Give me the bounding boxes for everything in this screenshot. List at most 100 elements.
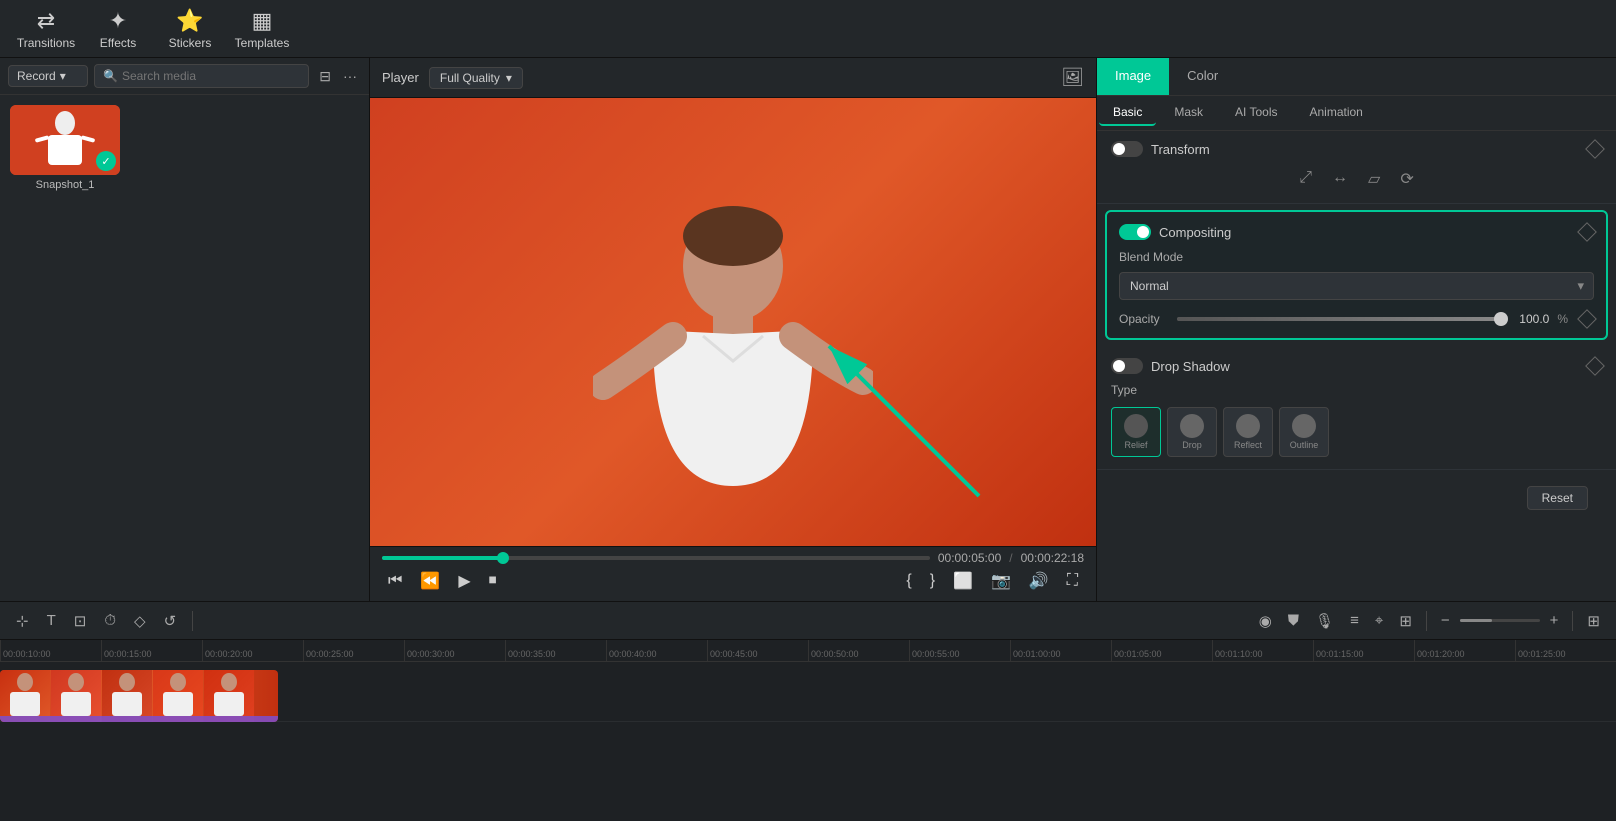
position-icon: ⤢ xyxy=(1299,169,1312,189)
zoom-slider[interactable] xyxy=(1460,619,1540,622)
tab-image[interactable]: Image xyxy=(1097,58,1169,95)
shape-tool-button[interactable]: ◇ xyxy=(128,609,152,633)
drop-shadow-keyframe[interactable] xyxy=(1585,356,1605,376)
progress-bar[interactable] xyxy=(382,556,930,560)
step-back-button[interactable]: ⏮ xyxy=(382,570,408,592)
zoom-slider-container xyxy=(1460,619,1540,622)
drop-shadow-header[interactable]: Drop Shadow xyxy=(1111,358,1602,374)
play-button[interactable]: ▶ xyxy=(452,569,476,593)
mark-out-button[interactable]: } xyxy=(924,570,941,592)
search-bar[interactable]: 🔍 xyxy=(94,64,309,88)
frame-back-button[interactable]: ⏪ xyxy=(414,569,446,593)
ruler-mark-15: 00:01:25:00 xyxy=(1515,640,1616,661)
record-chevron-icon: ▾ xyxy=(60,69,66,83)
record-dropdown[interactable]: Record ▾ xyxy=(8,65,88,87)
clip-frame-4 xyxy=(153,670,203,722)
templates-button[interactable]: ▦ Templates xyxy=(226,3,298,55)
snapshot-tool-button[interactable]: ⊞ xyxy=(1393,609,1418,633)
drop-shadow-toggle[interactable] xyxy=(1111,358,1143,374)
current-time: 00:00:05:00 xyxy=(938,551,1001,565)
timer-tool-button[interactable]: ⏱ xyxy=(98,609,122,632)
templates-label: Templates xyxy=(235,36,290,50)
opacity-slider[interactable] xyxy=(1177,317,1501,321)
transform-toggle[interactable] xyxy=(1111,141,1143,157)
filter-button[interactable]: ⊟ xyxy=(315,66,335,87)
quality-dropdown[interactable]: Full Quality ▾ xyxy=(429,67,523,89)
detect-tool-button[interactable]: ⌖ xyxy=(1369,609,1389,632)
tab-color[interactable]: Color xyxy=(1169,58,1236,95)
right-sub-tabs: Basic Mask AI Tools Animation xyxy=(1097,96,1616,131)
transform-keyframe[interactable] xyxy=(1585,139,1605,159)
shadow-type-relief[interactable]: Relief xyxy=(1111,407,1161,457)
opacity-handle[interactable] xyxy=(1494,312,1508,326)
clip-frame-5 xyxy=(204,670,254,722)
effects-button[interactable]: ✦ Effects xyxy=(82,3,154,55)
panel-actions: ⊟ ··· xyxy=(315,66,361,87)
more-button[interactable]: ··· xyxy=(339,66,361,87)
stickers-button[interactable]: ⭐ Stickers xyxy=(154,3,226,55)
shadow-outline-label: Outline xyxy=(1290,440,1319,450)
ruler-mark-0: 00:00:10:00 xyxy=(0,640,101,661)
video-container xyxy=(370,98,1096,546)
sub-tab-animation[interactable]: Animation xyxy=(1295,100,1376,126)
compositing-title: Compositing xyxy=(1159,225,1572,240)
ruler-mark-5: 00:00:35:00 xyxy=(505,640,606,661)
clip-frame-1 xyxy=(0,670,50,722)
image-export-button[interactable]: 🖼 xyxy=(1061,67,1084,88)
subtitle-button[interactable]: ⬜ xyxy=(947,569,979,593)
opacity-row: Opacity 100.0 % xyxy=(1119,312,1594,326)
media-check-icon: ✓ xyxy=(96,151,116,171)
ruler-mark-8: 00:00:50:00 xyxy=(808,640,909,661)
ruler-mark-2: 00:00:20:00 xyxy=(202,640,303,661)
shadow-type-drop[interactable]: Drop xyxy=(1167,407,1217,457)
media-item-label: Snapshot_1 xyxy=(10,179,120,191)
compositing-toggle[interactable] xyxy=(1119,224,1151,240)
ruler-mark-13: 00:01:15:00 xyxy=(1313,640,1414,661)
opacity-label: Opacity xyxy=(1119,312,1169,326)
drop-shadow-section: Drop Shadow Type Relief Drop Reflect xyxy=(1097,346,1616,470)
transitions-button[interactable]: ⇄ Transitions xyxy=(10,3,82,55)
transform-header[interactable]: Transform xyxy=(1111,141,1602,157)
crop-tool-button[interactable]: ⊡ xyxy=(68,609,93,633)
stickers-label: Stickers xyxy=(169,36,212,50)
shadow-type-reflect[interactable]: Reflect xyxy=(1223,407,1273,457)
sub-tab-mask[interactable]: Mask xyxy=(1160,100,1217,126)
compositing-header[interactable]: Compositing xyxy=(1119,224,1594,240)
video-clip[interactable] xyxy=(0,670,278,722)
sub-tab-basic[interactable]: Basic xyxy=(1099,100,1156,126)
shadow-relief-icon xyxy=(1124,414,1148,438)
blend-mode-select[interactable]: Normal Multiply Screen Overlay xyxy=(1119,272,1594,300)
mark-in-button[interactable]: { xyxy=(900,570,917,592)
motion-tool-button[interactable]: ◉ xyxy=(1253,609,1278,633)
timeline-divider3 xyxy=(1572,611,1573,631)
progress-handle[interactable] xyxy=(497,552,509,564)
search-input[interactable] xyxy=(122,69,300,83)
fullscreen-button[interactable]: ⛶ xyxy=(1061,570,1084,592)
zoom-in-button[interactable]: + xyxy=(1544,609,1565,632)
quality-chevron-icon: ▾ xyxy=(506,71,512,85)
sub-tab-ai-tools[interactable]: AI Tools xyxy=(1221,100,1291,126)
ruler-mark-12: 00:01:10:00 xyxy=(1212,640,1313,661)
audio-button[interactable]: 🔊 xyxy=(1023,569,1055,593)
select-tool-button[interactable]: ⊹ xyxy=(10,609,35,633)
opacity-unit: % xyxy=(1557,312,1568,326)
shield-tool-button[interactable]: ⛊ xyxy=(1282,609,1305,632)
total-time: 00:00:22:18 xyxy=(1021,551,1084,565)
media-item[interactable]: ✓ Snapshot_1 xyxy=(10,105,120,191)
reset-button[interactable]: Reset xyxy=(1527,486,1588,510)
transform-section: Transform ⤢ ↔ ▱ ⟳ xyxy=(1097,131,1616,204)
snapshot-button[interactable]: 📷 xyxy=(985,569,1017,593)
text-tool-button[interactable]: T xyxy=(41,609,62,632)
ruler-mark-14: 00:01:20:00 xyxy=(1414,640,1515,661)
rotate-tool-button[interactable]: ↺ xyxy=(158,609,183,633)
stop-button[interactable]: ⏹ xyxy=(483,570,503,592)
layout-button[interactable]: ⊞ xyxy=(1581,609,1606,633)
subtitle-tool-button[interactable]: ≡ xyxy=(1344,609,1365,632)
mic-tool-button[interactable]: 🎙 xyxy=(1309,609,1340,633)
timeline-right-tools: ◉ ⛊ 🎙 ≡ ⌖ ⊞ − + ⊞ xyxy=(1253,609,1606,633)
opacity-keyframe[interactable] xyxy=(1577,309,1597,329)
shadow-type-outline[interactable]: Outline xyxy=(1279,407,1329,457)
progress-fill xyxy=(382,556,503,560)
compositing-keyframe[interactable] xyxy=(1577,222,1597,242)
zoom-out-button[interactable]: − xyxy=(1435,609,1456,632)
